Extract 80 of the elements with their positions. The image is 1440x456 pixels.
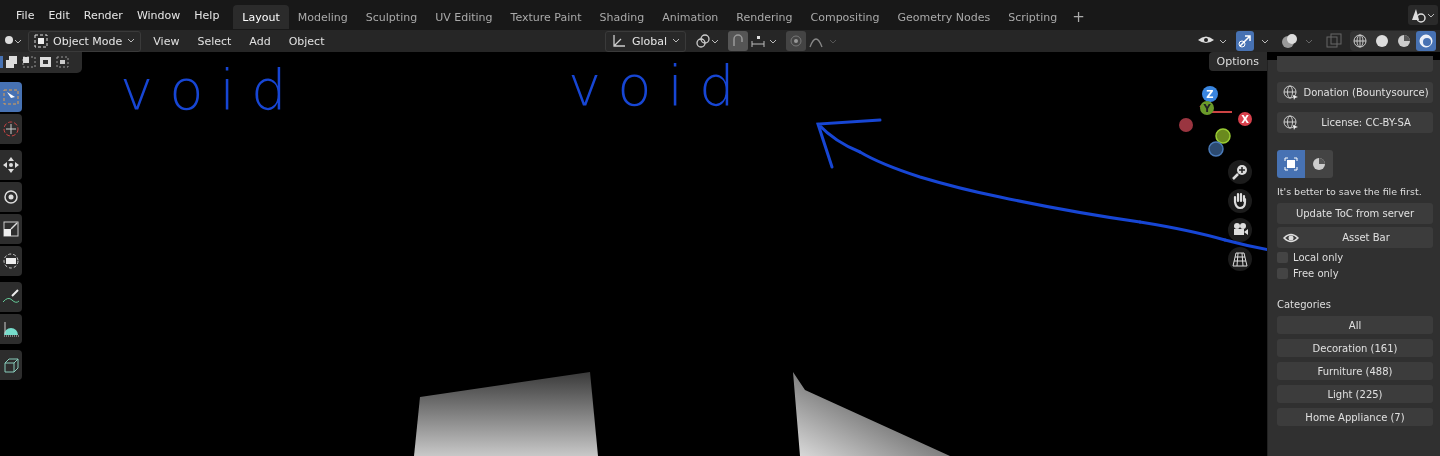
globe-icon bbox=[1283, 84, 1299, 101]
mode-toggle-button[interactable] bbox=[1305, 150, 1333, 178]
mode-dropdown[interactable]: Object Mode bbox=[28, 30, 142, 52]
workspace-tab[interactable]: Layout bbox=[233, 5, 289, 29]
handwritten-annotation: void bbox=[568, 58, 751, 114]
header-menu-item[interactable]: Add bbox=[243, 34, 277, 48]
hand-icon[interactable] bbox=[1228, 189, 1252, 213]
tool-button[interactable] bbox=[0, 214, 22, 244]
globe-icon bbox=[1283, 114, 1299, 131]
header-menu-item[interactable]: Object bbox=[282, 34, 331, 48]
tool-button[interactable] bbox=[0, 314, 22, 344]
workspace-tab[interactable]: Modeling bbox=[288, 5, 357, 29]
handwritten-annotation: void bbox=[120, 62, 303, 118]
workspace-tab[interactable]: Shading bbox=[590, 5, 654, 29]
sphere-icon bbox=[1353, 34, 1367, 48]
category-button[interactable]: Decoration (161) bbox=[1277, 339, 1433, 357]
workspace-tab[interactable]: Compositing bbox=[801, 5, 889, 29]
header-menu-item[interactable]: View bbox=[147, 34, 186, 48]
workspace-tab[interactable]: Scripting bbox=[999, 5, 1067, 29]
menu-item[interactable]: Render bbox=[77, 8, 129, 22]
scene-icon[interactable] bbox=[1408, 5, 1438, 25]
sphere-icon bbox=[1375, 34, 1389, 48]
section-title: Categories bbox=[1277, 299, 1332, 310]
ruler-icon bbox=[2, 320, 20, 338]
workspace-tab[interactable]: Rendering bbox=[727, 5, 802, 29]
shading-mode-button[interactable] bbox=[1350, 31, 1370, 51]
select-box-icon bbox=[2, 88, 20, 106]
sphere-icon bbox=[1397, 34, 1411, 48]
cursor-icon bbox=[2, 120, 20, 138]
chevron-down-icon bbox=[672, 38, 681, 44]
tool-button[interactable] bbox=[0, 182, 22, 212]
rotate-icon bbox=[2, 188, 20, 206]
category-button[interactable]: Home Appliance (7) bbox=[1277, 408, 1433, 426]
chevron-down-icon bbox=[127, 38, 136, 44]
tool-button[interactable] bbox=[0, 282, 22, 312]
filter-checkbox[interactable]: Free only bbox=[1277, 268, 1433, 279]
scale-icon bbox=[2, 220, 20, 238]
mode-toggle-button[interactable] bbox=[1277, 150, 1305, 178]
cube-icon bbox=[2, 356, 20, 374]
frame-icon bbox=[1283, 156, 1299, 172]
shading-mode-button[interactable] bbox=[1416, 31, 1436, 51]
pencil-icon bbox=[2, 288, 20, 306]
menu-item[interactable]: File bbox=[10, 8, 41, 22]
category-button[interactable]: Light (225) bbox=[1277, 385, 1433, 403]
zoom-icon[interactable] bbox=[1228, 160, 1252, 184]
menu-item[interactable]: Window bbox=[130, 8, 187, 22]
orientation-dropdown[interactable]: Global bbox=[605, 30, 687, 52]
filter-checkbox[interactable]: Local only bbox=[1277, 252, 1433, 263]
grid-icon[interactable] bbox=[1228, 247, 1252, 271]
link-button[interactable]: License: CC-BY-SA bbox=[1277, 112, 1433, 133]
workspace-tab[interactable]: Sculpting bbox=[356, 5, 427, 29]
update-button[interactable]: Update ToC from server bbox=[1277, 203, 1433, 224]
hint-text: It's better to save the file first. bbox=[1277, 186, 1423, 197]
sphere-icon bbox=[1419, 34, 1433, 48]
axes-icon bbox=[611, 33, 627, 49]
asset-bar-button[interactable]: Asset Bar bbox=[1277, 227, 1433, 248]
category-button[interactable]: Furniture (488) bbox=[1277, 362, 1433, 380]
move-icon bbox=[2, 156, 20, 174]
object-mode-icon bbox=[34, 34, 48, 48]
add-workspace-button[interactable]: + bbox=[1066, 5, 1091, 29]
workspace-tab[interactable]: Geometry Nodes bbox=[888, 5, 1000, 29]
link-button[interactable]: Donation (Bountysource) bbox=[1277, 82, 1433, 103]
workspace-tab[interactable]: Texture Paint bbox=[501, 5, 591, 29]
sphere-icon bbox=[1311, 156, 1327, 172]
workspace-tab[interactable]: Animation bbox=[653, 5, 728, 29]
tool-button[interactable] bbox=[0, 350, 22, 380]
checkbox-label: Local only bbox=[1293, 252, 1344, 263]
menu-item[interactable]: Edit bbox=[42, 8, 76, 22]
transform-icon bbox=[2, 252, 20, 270]
category-button[interactable]: All bbox=[1277, 316, 1433, 334]
menu-item[interactable]: Help bbox=[188, 8, 226, 22]
camera-icon[interactable] bbox=[1228, 218, 1252, 242]
workspace-tab[interactable]: UV Editing bbox=[426, 5, 502, 29]
arrowhead-drawing bbox=[816, 118, 882, 169]
tool-button[interactable] bbox=[0, 150, 22, 180]
header-menu-item[interactable]: Select bbox=[191, 34, 238, 48]
tool-button[interactable] bbox=[0, 246, 22, 276]
axis-gizmo-drawing[interactable]: Z Y X bbox=[1172, 82, 1252, 172]
checkbox-label: Free only bbox=[1293, 268, 1339, 279]
options-tab[interactable]: Options bbox=[1208, 52, 1267, 71]
